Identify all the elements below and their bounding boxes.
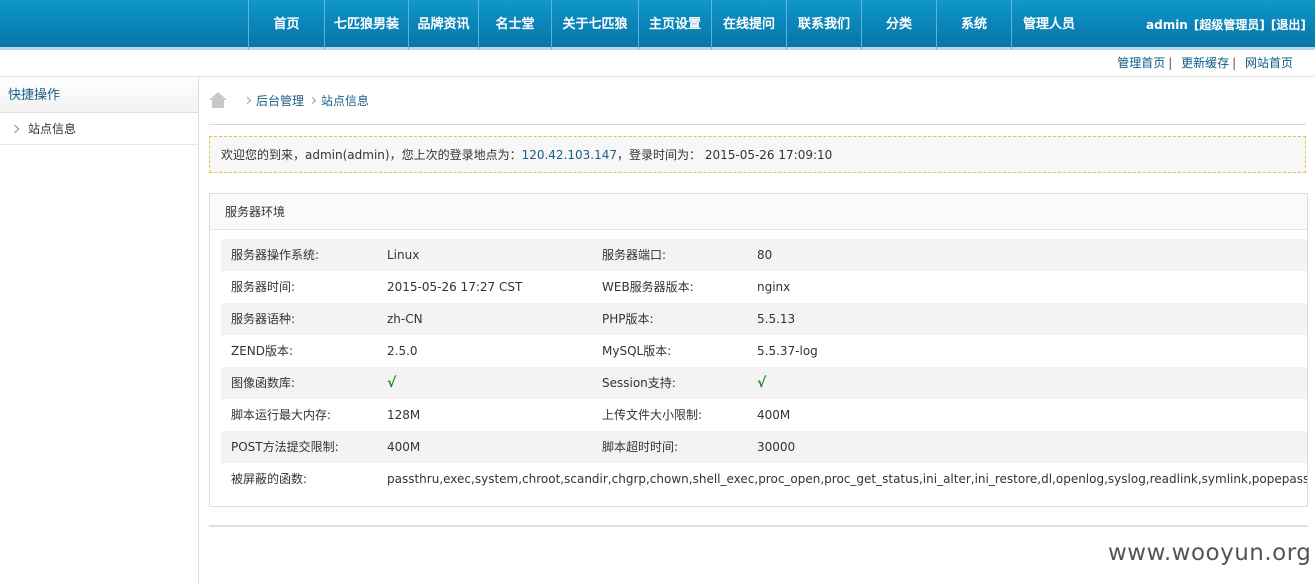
nav-celebrity-hall[interactable]: 名士堂 (478, 0, 551, 50)
table-row: 被屏蔽的函数: passthru,exec,system,chroot,scan… (221, 463, 1308, 495)
nav-category[interactable]: 分类 (861, 0, 936, 50)
chevron-right-icon (10, 124, 20, 133)
cell-value: 30000 (757, 440, 796, 454)
cell-label: 脚本超时时间: (602, 440, 679, 454)
table-row: 服务器时间: 2015-05-26 17:27 CST WEB服务器版本: ng… (221, 271, 1307, 303)
check-icon: √ (387, 375, 397, 391)
server-env-panel: 服务器环境 服务器操作系统: Linux 服务器端口: 80 服务器时间: 20… (209, 193, 1308, 507)
cell-label: Session支持: (602, 376, 676, 390)
chevron-right-icon (308, 96, 317, 104)
table-row: 图像函数库: √ Session支持: √ (221, 367, 1307, 399)
table-row: POST方法提交限制: 400M 脚本超时时间: 30000 (221, 431, 1307, 463)
cell-label: 服务器语种: (231, 312, 296, 326)
user-info: admin [超级管理员] [退出] (1146, 0, 1312, 50)
divider (209, 525, 1308, 527)
site-home-link[interactable]: 网站首页 (1245, 56, 1293, 70)
user-role: [超级管理员] (1193, 18, 1265, 32)
watermark: www.wooyun.org (1108, 540, 1312, 566)
top-nav: 首页 七匹狼男装 品牌资讯 名士堂 关于七匹狼 主页设置 在线提问 联系我们 分… (248, 0, 1086, 50)
sidebar-item-label: 站点信息 (28, 121, 77, 136)
nav-administrators[interactable]: 管理人员 (1011, 0, 1086, 50)
welcome-prefix: 欢迎您的到来，admin(admin)，您上次的登录地点为： (221, 148, 522, 162)
table-row: 脚本运行最大内存: 128M 上传文件大小限制: 400M (221, 399, 1307, 431)
nav-home[interactable]: 首页 (248, 0, 324, 50)
cell-value: 5.5.13 (757, 312, 796, 326)
cell-label: 图像函数库: (231, 376, 296, 390)
cell-value: 400M (757, 408, 791, 422)
cell-value: nginx (757, 280, 791, 294)
admin-home-link[interactable]: 管理首页 (1117, 56, 1165, 70)
cell-label: 脚本运行最大内存: (231, 408, 332, 422)
sidebar: 快捷操作 站点信息 (0, 77, 199, 584)
username: admin (1146, 18, 1188, 32)
update-cache-link[interactable]: 更新缓存 (1181, 56, 1229, 70)
cell-value: 128M (387, 408, 421, 422)
cell-value: 5.5.37-log (757, 344, 818, 358)
cell-label: MySQL版本: (602, 344, 672, 358)
table-row: ZEND版本: 2.5.0 MySQL版本: 5.5.37-log (221, 335, 1307, 367)
cell-value: zh-CN (387, 312, 423, 326)
cell-label: 服务器时间: (231, 280, 296, 294)
cell-label: WEB服务器版本: (602, 280, 694, 294)
nav-homepage-settings[interactable]: 主页设置 (638, 0, 711, 50)
server-info-table: 服务器操作系统: Linux 服务器端口: 80 服务器时间: 2015-05-… (221, 239, 1308, 495)
cell-value: 2.5.0 (387, 344, 418, 358)
sidebar-title: 快捷操作 (0, 77, 198, 113)
disabled-functions-value: passthru,exec,system,chroot,scandir,chgr… (387, 472, 1308, 486)
sidebar-item-site-info[interactable]: 站点信息 (0, 113, 198, 145)
cell-label: ZEND版本: (231, 344, 294, 358)
nav-system[interactable]: 系统 (936, 0, 1011, 50)
cell-value: 2015-05-26 17:27 CST (387, 280, 523, 294)
link-separator: | (1168, 56, 1173, 70)
cell-label: POST方法提交限制: (231, 440, 339, 454)
chevron-right-icon (243, 96, 252, 104)
nav-about[interactable]: 关于七匹狼 (551, 0, 638, 50)
nav-brand-news[interactable]: 品牌资讯 (408, 0, 478, 50)
cell-value: 400M (387, 440, 421, 454)
table-row: 服务器语种: zh-CN PHP版本: 5.5.13 (221, 303, 1307, 335)
breadcrumb-site-info[interactable]: 站点信息 (321, 92, 369, 109)
cell-label: 被屏蔽的函数: (231, 472, 308, 486)
nav-online-questions[interactable]: 在线提问 (711, 0, 786, 50)
check-icon: √ (757, 375, 767, 391)
last-login-ip: 120.42.103.147 (521, 148, 618, 162)
nav-septwolves-menswear[interactable]: 七匹狼男装 (324, 0, 408, 50)
cell-label: 服务器端口: (602, 248, 667, 262)
table-row: 服务器操作系统: Linux 服务器端口: 80 (221, 239, 1307, 271)
home-icon[interactable] (209, 92, 227, 108)
link-separator: | (1232, 56, 1237, 70)
welcome-suffix: ，登录时间为： 2015-05-26 17:09:10 (617, 148, 833, 162)
welcome-banner: 欢迎您的到来，admin(admin)，您上次的登录地点为：120.42.103… (209, 136, 1306, 173)
top-navbar: 首页 七匹狼男装 品牌资讯 名士堂 关于七匹狼 主页设置 在线提问 联系我们 分… (0, 0, 1315, 50)
nav-contact-us[interactable]: 联系我们 (786, 0, 861, 50)
breadcrumb: 后台管理 站点信息 (209, 90, 369, 110)
breadcrumb-admin[interactable]: 后台管理 (256, 92, 304, 109)
cell-value: 80 (757, 248, 773, 262)
quick-links: 管理首页 | 更新缓存 | 网站首页 (1117, 54, 1293, 72)
cell-label: 服务器操作系统: (231, 248, 320, 262)
cell-value: Linux (387, 248, 420, 262)
cell-label: PHP版本: (602, 312, 654, 326)
logout-link[interactable]: [退出] (1271, 18, 1306, 32)
cell-label: 上传文件大小限制: (602, 408, 703, 422)
panel-title: 服务器环境 (210, 194, 1307, 230)
divider (209, 124, 1306, 125)
